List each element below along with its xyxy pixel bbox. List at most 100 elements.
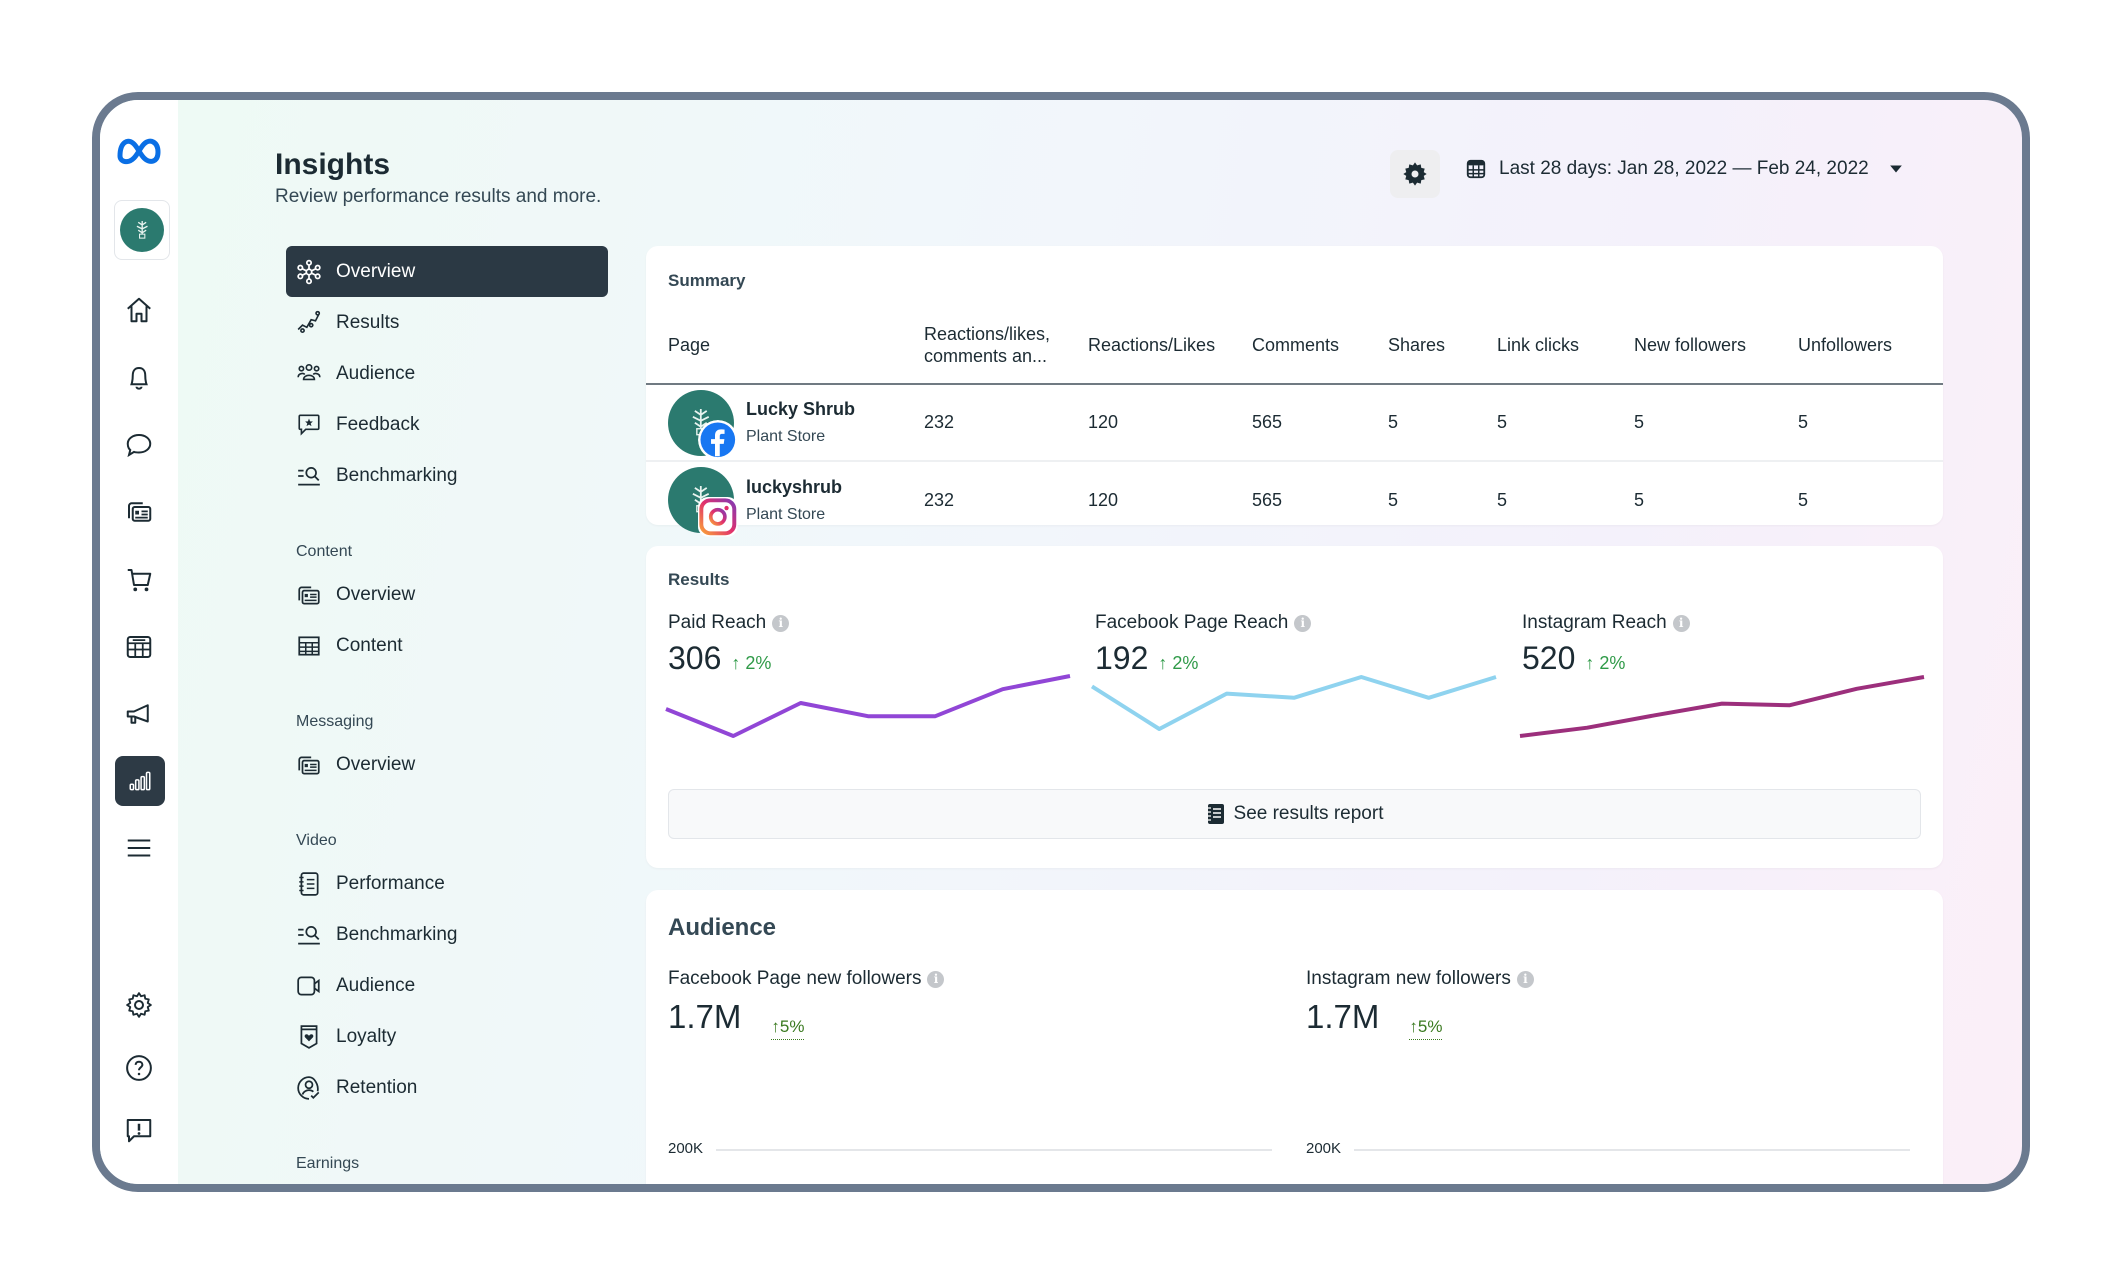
report-problem-icon[interactable] [100,1110,178,1150]
subnav-label: Overview [336,260,416,282]
subnav-item-content-overview[interactable]: Overview [286,569,608,620]
chat-icon[interactable] [100,425,178,465]
subnav-item-video-loyalty[interactable]: Loyalty [286,1011,608,1062]
subnav-section-video: Video [296,832,337,849]
subnav-label: Audience [336,362,416,384]
retention-icon [297,1075,320,1100]
subnav-item-audience[interactable]: Audience [286,348,608,399]
column-header[interactable]: Reactions/Likes [1088,306,1252,384]
content-icon[interactable] [100,492,178,532]
megaphone-icon[interactable] [100,694,178,734]
page-name[interactable]: luckyshrub [746,477,842,498]
column-header[interactable]: New followers [1634,306,1798,384]
subnav-section-messaging: Messaging [296,713,374,730]
subnav-label: Audience [336,974,416,996]
gear-icon[interactable] [100,985,178,1025]
subnav-section-content: Content [296,543,353,560]
subnav-label: Overview [336,583,416,605]
subnav-item-video-retention[interactable]: Retention [286,1062,608,1113]
page-name[interactable]: Lucky Shrub [746,399,855,420]
subnav-label: Loyalty [336,1025,397,1047]
caret-down-icon [1889,165,1902,173]
sparkline-paid-reach [665,674,1071,738]
cart-icon[interactable] [100,560,178,600]
page-avatar [120,208,164,252]
subnav-item-video-performance[interactable]: Performance [286,858,608,909]
gear-icon [1403,162,1427,186]
facebook-badge-icon [698,419,738,460]
table-row[interactable]: Lucky Shrub Plant Store 232 120 565 5 5 … [646,384,1943,461]
results-icon [297,310,321,333]
subnav-section-earnings: Earnings [296,1155,360,1172]
subnav-label: Content [336,634,403,656]
cell-value: 5 [1798,489,1809,510]
cell-value: 5 [1388,489,1399,510]
insights-subnav: Overview Results Audience Feedback Bench… [286,246,608,1177]
page-switcher[interactable] [114,200,170,260]
subnav-item-video-benchmarking[interactable]: Benchmarking [286,909,608,960]
column-header[interactable]: Page [646,306,924,384]
cell-value: 232 [924,489,955,510]
cell-value: 5 [1497,489,1508,510]
date-range-label: Last 28 days: Jan 28, 2022 — Feb 24, 202… [1499,158,1869,179]
column-header[interactable]: Shares [1388,306,1497,384]
insights-icon[interactable] [115,756,165,806]
cell-value: 232 [924,412,955,432]
instagram-followers-line [646,890,1943,1192]
subnav-item-video-audience[interactable]: Audience [286,960,608,1011]
subnav-label: Feedback [336,413,420,435]
notebook-icon [299,871,319,896]
results-card: Results Paid Reach i 306 ↑ 2% Facebook Pag… [646,546,1943,868]
subnav-item-feedback[interactable]: Feedback [286,399,608,450]
cell-value: 120 [1088,412,1119,432]
feedback-icon [298,413,320,436]
video-icon [297,975,320,996]
table-icon[interactable] [100,627,178,667]
audience-icon [297,363,321,380]
summary-header-row: Page Reactions/likes, comments an... Rea… [646,306,1943,384]
audience-card: Audience Facebook Page new followers i 1.… [646,890,1943,1192]
loyalty-icon [300,1024,318,1049]
cell-value: 5 [1634,412,1645,432]
report-button-label: See results report [1233,803,1384,824]
overview-icon [297,259,321,284]
menu-icon[interactable] [100,828,178,868]
cell-value: 5 [1388,412,1399,432]
cell-value: 5 [1634,489,1645,510]
benchmarking-icon [298,925,320,945]
summary-table: Page Reactions/likes, comments an... Rea… [646,306,1943,538]
help-icon[interactable] [100,1048,178,1088]
sparkline-instagram-reach [1519,675,1925,738]
calendar-icon [1466,159,1486,179]
page-category: Plant Store [746,428,826,445]
table-row[interactable]: luckyshrub Plant Store 232 120 565 5 5 5… [646,461,1943,538]
subnav-label: Results [336,311,400,333]
bell-icon[interactable] [100,358,178,398]
summary-label: Summary [668,271,746,290]
subnav-label: Benchmarking [336,464,458,486]
sparkline-charts [665,674,1925,738]
subnav-label: Benchmarking [336,923,458,945]
column-header[interactable]: Unfollowers [1798,306,1943,384]
sparkline-facebook-page-reach [1090,675,1497,731]
column-header[interactable]: Link clicks [1497,306,1634,384]
subnav-item-messaging-overview[interactable]: Overview [286,739,608,790]
report-icon [1207,804,1224,824]
subnav-item-results[interactable]: Results [286,297,608,348]
page-subtitle: Review performance results and more. [275,186,602,207]
column-header[interactable]: Comments [1252,306,1388,384]
column-header[interactable]: Reactions/likes, comments an... [924,306,1088,384]
subnav-item-overview[interactable]: Overview [286,246,608,297]
date-range-picker[interactable]: Last 28 days: Jan 28, 2022 — Feb 24, 202… [1465,158,1903,180]
instagram-badge-icon [698,497,738,537]
app-window: Insights Review performance results and … [92,92,2030,1192]
subnav-item-content[interactable]: Content [286,620,608,671]
settings-button[interactable] [1390,150,1440,198]
cell-value: 565 [1252,489,1283,510]
subnav-label: Retention [336,1076,418,1098]
see-results-report-button[interactable]: See results report [668,789,1921,839]
subnav-item-benchmarking[interactable]: Benchmarking [286,450,608,501]
meta-logo-icon[interactable] [100,130,178,170]
home-icon[interactable] [100,290,178,330]
cell-value: 5 [1497,412,1508,432]
